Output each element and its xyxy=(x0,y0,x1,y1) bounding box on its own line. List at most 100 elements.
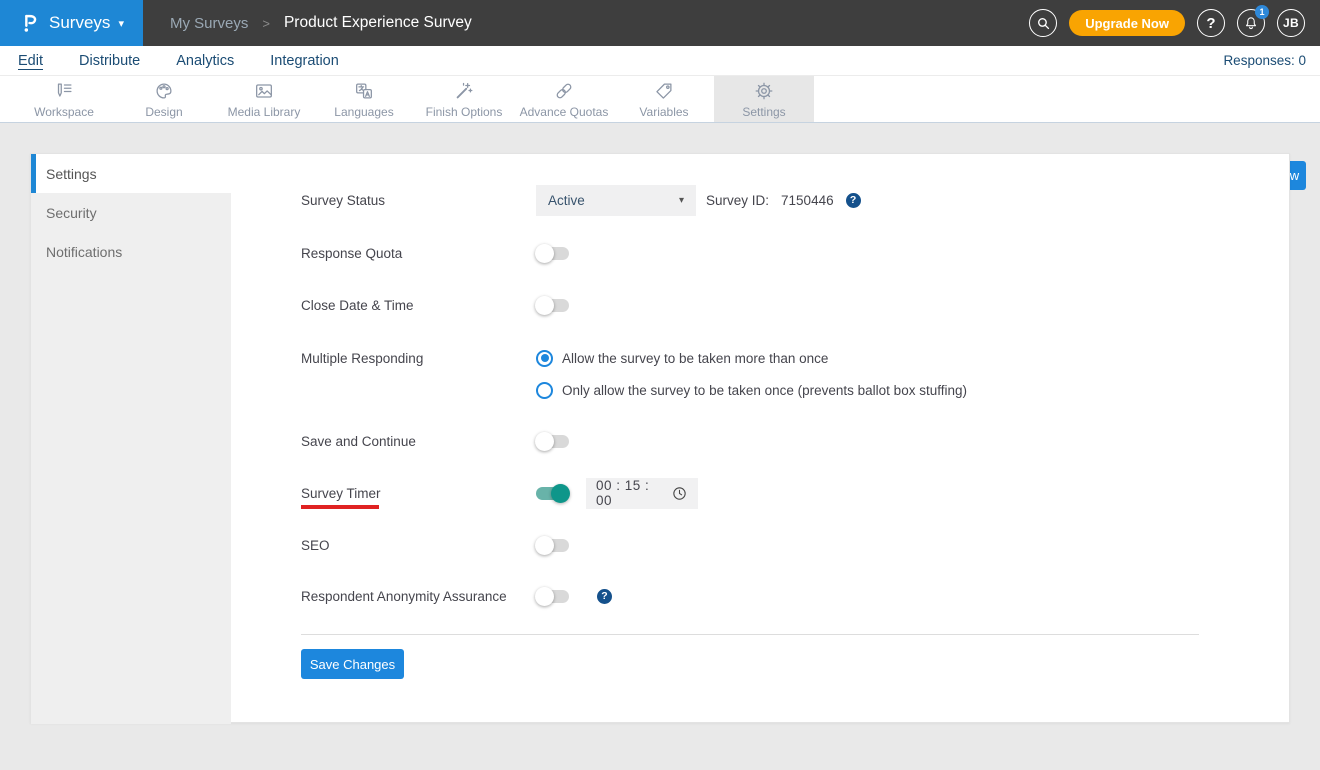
chevron-down-icon: ▾ xyxy=(118,17,124,30)
variables-icon xyxy=(653,79,675,103)
save-and-continue-label: Save and Continue xyxy=(301,433,416,449)
sidebar-item-label: Notifications xyxy=(46,243,123,260)
survey-timer-red-annotation xyxy=(301,505,379,509)
toggle-knob xyxy=(535,295,554,315)
notification-count-badge: 1 xyxy=(1255,5,1269,19)
save-and-continue-row: Save and Continue xyxy=(301,425,569,457)
save-and-continue-toggle[interactable] xyxy=(535,431,569,451)
edit-toolbar: Workspace Design Media Library Languages xyxy=(0,76,1320,190)
help-button[interactable]: ? xyxy=(1197,9,1225,37)
question-mark-icon: ? xyxy=(1206,14,1216,32)
response-quota-row: Response Quota xyxy=(301,237,569,269)
survey-id-group: Survey ID: 7150446 ? xyxy=(706,192,861,208)
multiple-responding-label: Multiple Responding xyxy=(301,350,424,366)
advance-quotas-icon xyxy=(553,79,575,103)
radio-allow-multiple-label: Allow the survey to be taken more than o… xyxy=(562,350,829,366)
survey-timer-toggle[interactable] xyxy=(536,483,570,503)
sidebar-item-notifications[interactable]: Notifications xyxy=(31,232,231,271)
survey-nav-tabs: Edit Distribute Analytics Integration Re… xyxy=(0,46,1320,76)
chevron-down-icon: ▾ xyxy=(678,194,684,206)
breadcrumb: My Surveys > Product Experience Survey xyxy=(170,14,472,32)
respondent-anonymity-toggle[interactable] xyxy=(535,586,569,606)
survey-status-dropdown[interactable]: Active ▾ xyxy=(536,184,696,216)
toggle-knob xyxy=(535,243,554,263)
toolbar-item-label: Languages xyxy=(334,105,394,119)
survey-id-value: 7150446 xyxy=(781,192,834,208)
toolbar-item-label: Workspace xyxy=(34,105,94,119)
survey-status-value: Active xyxy=(548,192,585,208)
languages-icon xyxy=(353,79,375,103)
toggle-knob xyxy=(535,586,554,606)
respondent-anonymity-help-icon[interactable]: ? xyxy=(597,588,612,604)
media-library-icon xyxy=(253,79,275,103)
tab-edit[interactable]: Edit xyxy=(18,53,43,69)
toolbar-item-workspace[interactable]: Workspace xyxy=(14,76,114,122)
breadcrumb-my-surveys[interactable]: My Surveys xyxy=(170,15,248,32)
toolbar-item-label: Media Library xyxy=(227,105,301,119)
settings-sidebar xyxy=(31,193,231,724)
page-title: Product Experience Survey xyxy=(283,14,472,31)
settings-panel: Settings Security Notifications Survey S… xyxy=(30,153,1290,724)
seo-toggle[interactable] xyxy=(535,535,569,555)
search-icon xyxy=(1036,16,1051,31)
search-button[interactable] xyxy=(1029,9,1058,37)
close-date-time-row: Close Date & Time xyxy=(301,289,569,321)
toolbar-item-design[interactable]: Design xyxy=(114,76,214,122)
radio-only-once[interactable] xyxy=(536,381,553,399)
survey-status-label: Survey Status xyxy=(301,192,386,208)
toggle-knob xyxy=(535,535,554,555)
toolbar-item-finish-options[interactable]: Finish Options xyxy=(414,76,514,122)
workspace-icon xyxy=(53,79,75,103)
multiple-responding-row: Multiple Responding Allow the survey to … xyxy=(301,342,828,374)
tab-integration[interactable]: Integration xyxy=(270,53,339,69)
radio-only-once-label: Only allow the survey to be taken once (… xyxy=(562,382,967,398)
app-menu-label: Surveys xyxy=(49,13,111,32)
header-actions: Upgrade Now ? 1 JB xyxy=(1029,5,1320,37)
sidebar-item-label: Settings xyxy=(46,165,97,182)
form-divider xyxy=(301,634,1199,635)
toolbar-item-languages[interactable]: Languages xyxy=(314,76,414,122)
tab-distribute[interactable]: Distribute xyxy=(79,53,140,69)
responses-count: Responses: 0 xyxy=(1223,53,1306,68)
sidebar-item-label: Security xyxy=(46,204,97,221)
notifications-button[interactable]: 1 xyxy=(1237,5,1269,37)
survey-id-label: Survey ID: xyxy=(706,192,770,208)
toggle-knob xyxy=(535,431,554,451)
radio-allow-multiple[interactable] xyxy=(536,349,553,367)
toolbar-item-settings[interactable]: Settings xyxy=(714,76,814,122)
top-header-bar: Surveys ▾ My Surveys > Product Experienc… xyxy=(0,0,1320,46)
toolbar-item-media-library[interactable]: Media Library xyxy=(214,76,314,122)
response-quota-toggle[interactable] xyxy=(535,243,569,263)
design-icon xyxy=(153,79,175,103)
respondent-anonymity-label: Respondent Anonymity Assurance xyxy=(301,588,507,604)
clock-icon xyxy=(671,485,688,502)
survey-id-help-icon[interactable]: ? xyxy=(845,192,861,208)
survey-status-row: Survey Status Active ▾ Survey ID: 715044… xyxy=(301,184,861,216)
respondent-anonymity-row: Respondent Anonymity Assurance ? xyxy=(301,580,612,612)
questionpro-logo-icon xyxy=(19,11,41,35)
toolbar-item-label: Finish Options xyxy=(425,105,503,119)
upgrade-now-button[interactable]: Upgrade Now xyxy=(1069,10,1185,36)
user-avatar[interactable]: JB xyxy=(1277,9,1305,37)
sidebar-item-security[interactable]: Security xyxy=(31,193,231,232)
app-menu-surveys[interactable]: Surveys ▾ xyxy=(0,0,143,46)
response-quota-label: Response Quota xyxy=(301,245,403,261)
close-date-time-toggle[interactable] xyxy=(535,295,569,315)
survey-timer-value: 00 : 15 : 00 xyxy=(596,478,650,508)
toolbar-item-label: Advance Quotas xyxy=(519,105,609,119)
tab-analytics[interactable]: Analytics xyxy=(176,53,234,69)
toolbar-item-label: Design xyxy=(145,105,183,119)
save-changes-button[interactable]: Save Changes xyxy=(301,649,404,679)
toolbar-item-label: Settings xyxy=(742,105,786,119)
toolbar-item-variables[interactable]: Variables xyxy=(614,76,714,122)
toolbar-item-label: Variables xyxy=(639,105,689,119)
sidebar-item-settings[interactable]: Settings xyxy=(31,154,231,193)
toolbar-item-advance-quotas[interactable]: Advance Quotas xyxy=(514,76,614,122)
finish-options-icon xyxy=(453,79,475,103)
survey-timer-duration-field[interactable]: 00 : 15 : 00 xyxy=(586,477,698,509)
seo-row: SEO xyxy=(301,529,569,561)
toggle-knob xyxy=(551,483,570,503)
settings-icon xyxy=(753,79,775,103)
close-date-time-label: Close Date & Time xyxy=(301,297,414,313)
seo-label: SEO xyxy=(301,537,330,553)
